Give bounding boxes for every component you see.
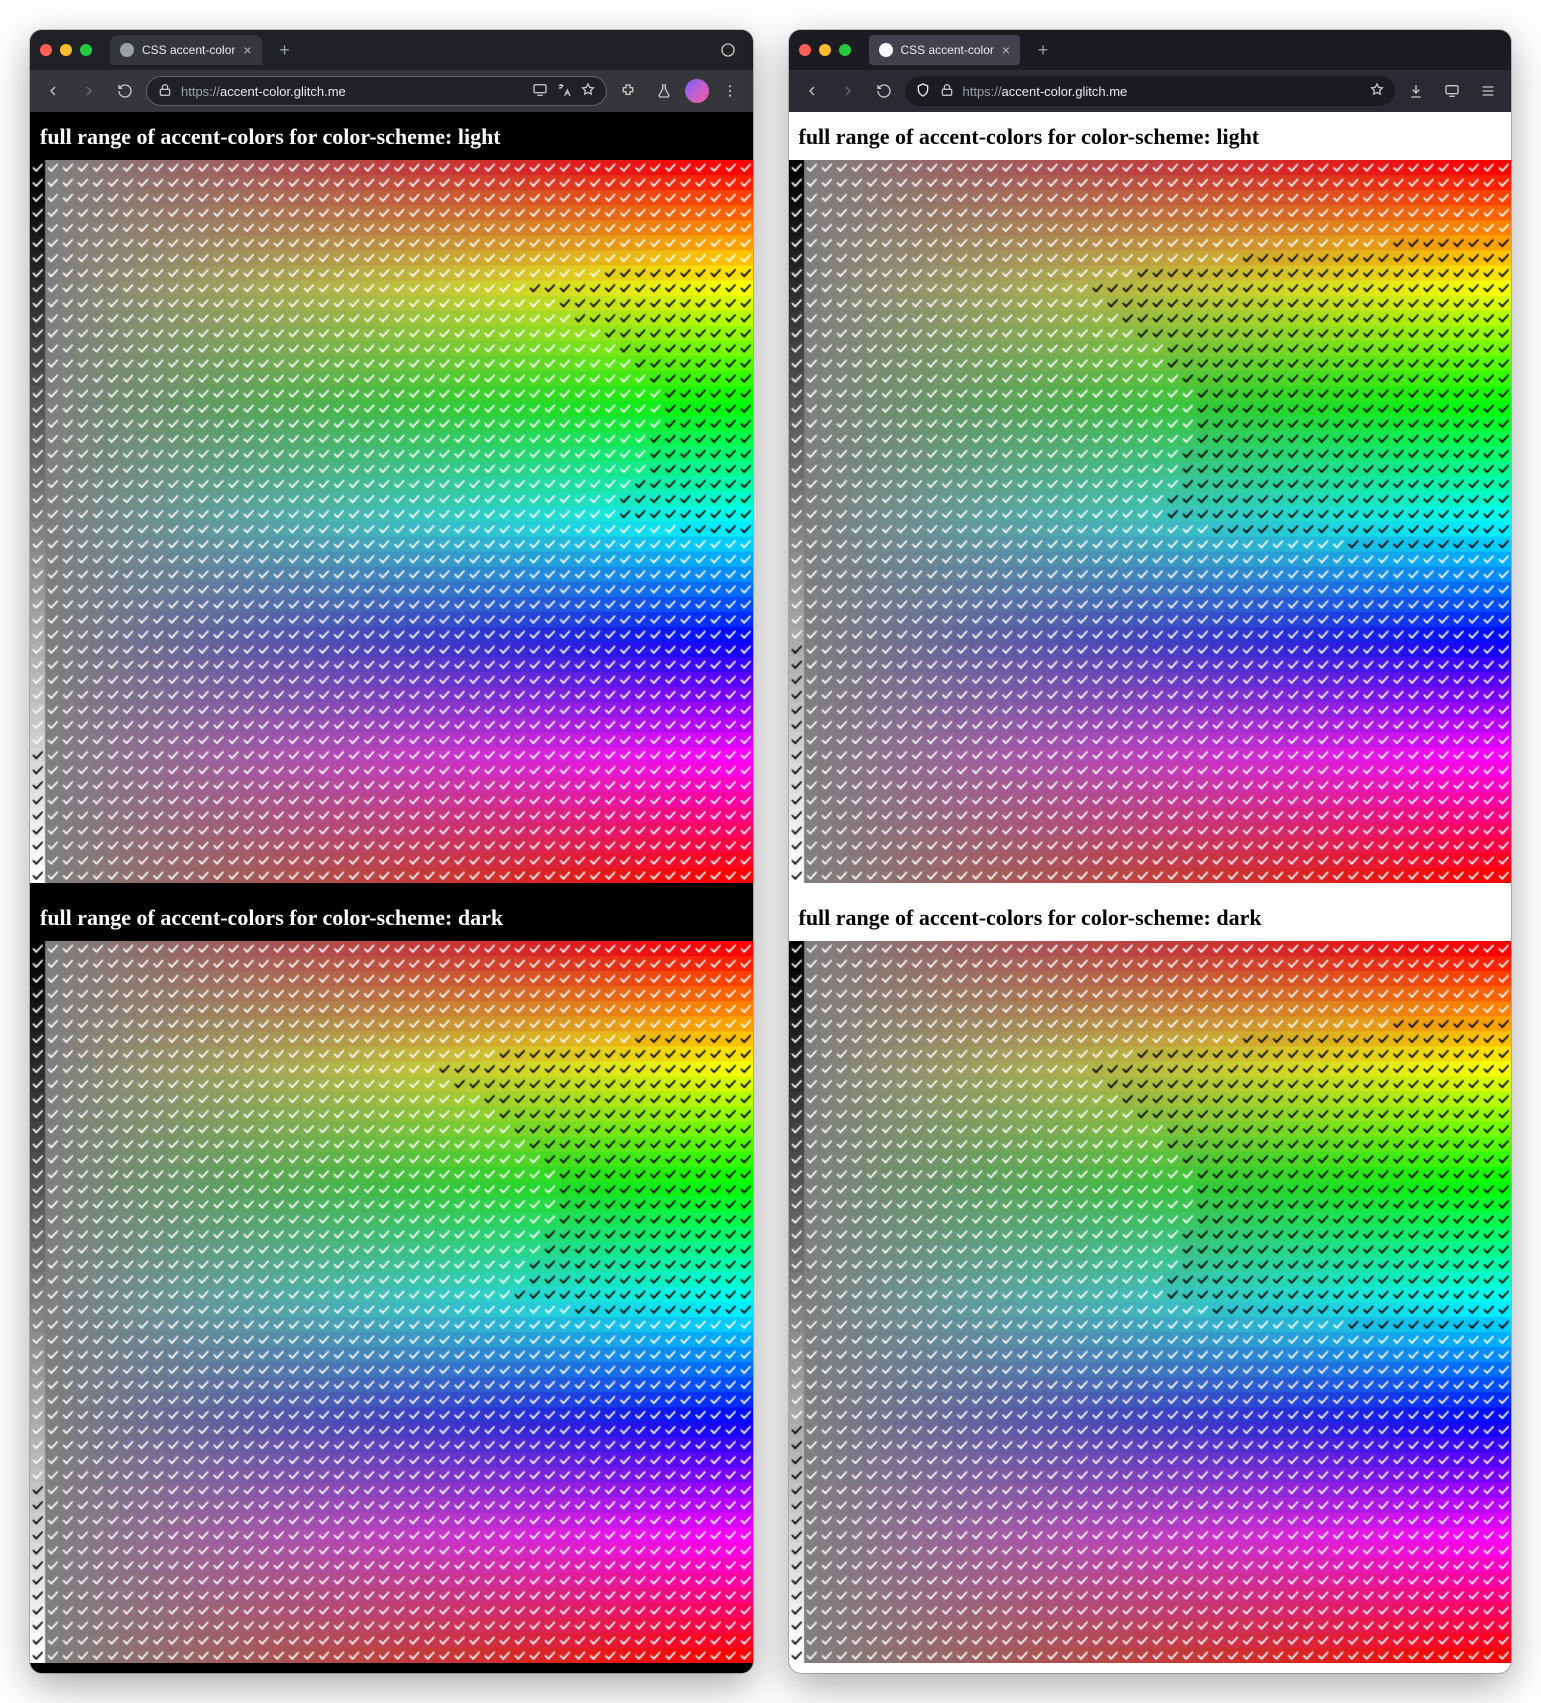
browser-tab[interactable]: CSS accent-color × <box>110 35 262 65</box>
firefox-toolbar: https://accent-color.glitch.me <box>789 70 1512 112</box>
minimize-window-button[interactable] <box>60 44 72 56</box>
swatch-grid-light <box>789 160 1512 893</box>
new-tab-button[interactable]: + <box>1030 37 1056 63</box>
downloads-button[interactable] <box>1401 76 1431 106</box>
url-text: https://accent-color.glitch.me <box>963 84 1128 99</box>
zoom-window-button[interactable] <box>80 44 92 56</box>
responsive-icon[interactable] <box>532 82 548 101</box>
chrome-titlebar: CSS accent-color × + <box>30 30 753 70</box>
swatch-grid-dark <box>30 941 753 1674</box>
kebab-menu-button[interactable] <box>715 76 745 106</box>
address-bar[interactable]: https://accent-color.glitch.me <box>146 76 607 106</box>
globe-icon <box>120 43 134 57</box>
firefox-titlebar: CSS accent-color × + <box>789 30 1512 70</box>
heading-dark: full range of accent-colors for color-sc… <box>30 893 753 941</box>
close-window-button[interactable] <box>799 44 811 56</box>
shield-icon[interactable] <box>915 82 931 101</box>
swatch-grid-dark <box>789 941 1512 1674</box>
traffic-lights <box>799 44 851 56</box>
new-tab-button[interactable]: + <box>272 37 298 63</box>
zoom-window-button[interactable] <box>839 44 851 56</box>
url-text: https://accent-color.glitch.me <box>181 84 346 99</box>
profile-avatar[interactable] <box>685 79 709 103</box>
close-tab-icon[interactable]: × <box>1002 42 1010 58</box>
tab-title: CSS accent-color <box>142 43 235 57</box>
close-window-button[interactable] <box>40 44 52 56</box>
translate-icon[interactable] <box>556 82 572 101</box>
forward-button[interactable] <box>74 76 104 106</box>
swatch-grid-light <box>30 160 753 893</box>
firefox-window: CSS accent-color × + https: <box>789 30 1512 1673</box>
forward-button[interactable] <box>833 76 863 106</box>
responsive-design-button[interactable] <box>1437 76 1467 106</box>
reload-button[interactable] <box>869 76 899 106</box>
lock-icon <box>939 82 955 101</box>
tab-title: CSS accent-color <box>901 43 994 57</box>
address-bar[interactable]: https://accent-color.glitch.me <box>905 76 1396 106</box>
chevron-down-icon[interactable] <box>713 35 743 65</box>
minimize-window-button[interactable] <box>819 44 831 56</box>
back-button[interactable] <box>38 76 68 106</box>
experiments-button[interactable] <box>649 76 679 106</box>
extensions-button[interactable] <box>613 76 643 106</box>
chrome-toolbar: https://accent-color.glitch.me <box>30 70 753 112</box>
star-icon[interactable] <box>580 82 596 101</box>
heading-dark: full range of accent-colors for color-sc… <box>789 893 1512 941</box>
lock-icon <box>157 82 173 101</box>
page-icon <box>879 43 893 57</box>
traffic-lights <box>40 44 92 56</box>
browser-tab[interactable]: CSS accent-color × <box>869 35 1021 65</box>
reload-button[interactable] <box>110 76 140 106</box>
hamburger-menu-button[interactable] <box>1473 76 1503 106</box>
chrome-window: CSS accent-color × + https <box>30 30 753 1673</box>
close-tab-icon[interactable]: × <box>243 42 251 58</box>
page-content: full range of accent-colors for color-sc… <box>30 112 753 1673</box>
page-content: full range of accent-colors for color-sc… <box>789 112 1512 1673</box>
heading-light: full range of accent-colors for color-sc… <box>789 112 1512 160</box>
heading-light: full range of accent-colors for color-sc… <box>30 112 753 160</box>
star-icon[interactable] <box>1369 82 1385 101</box>
back-button[interactable] <box>797 76 827 106</box>
